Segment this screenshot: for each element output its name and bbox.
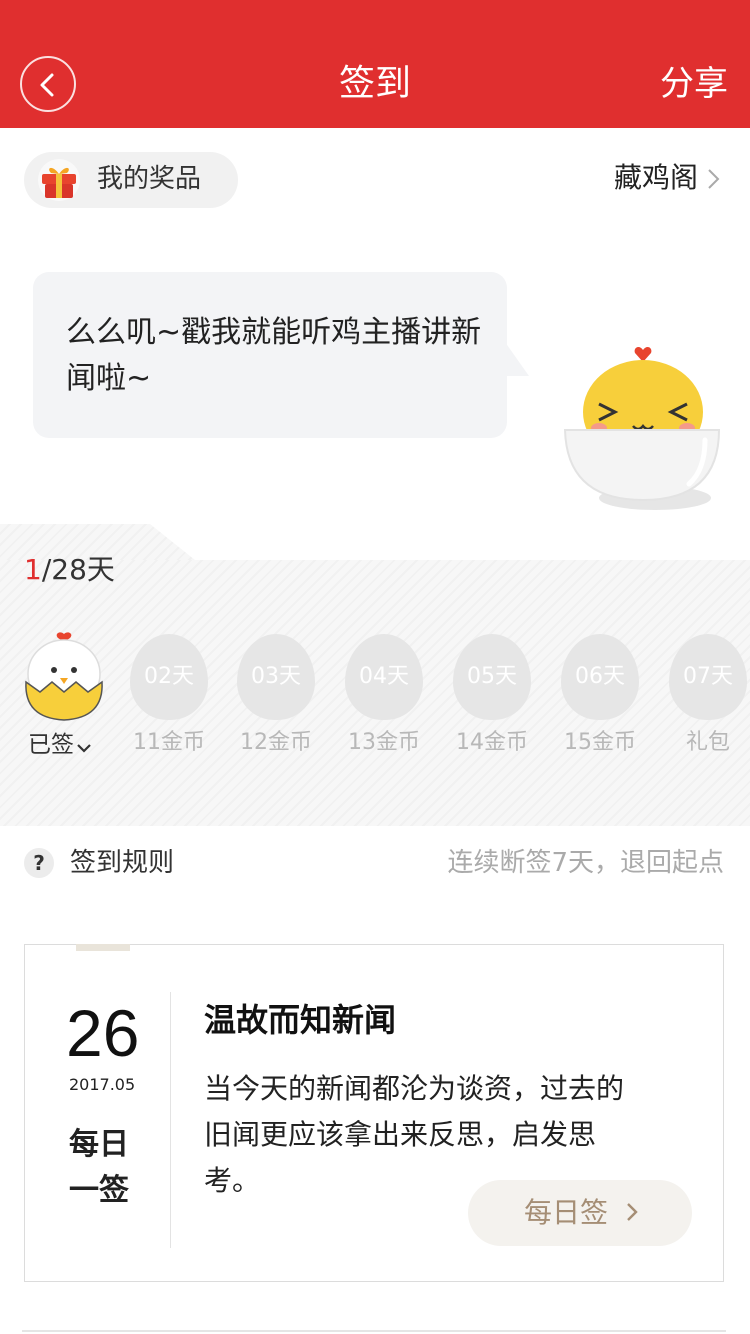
my-prizes-label: 我的奖品	[97, 164, 202, 194]
progress-total: /28天	[41, 553, 115, 586]
day-reward: 12金币	[240, 730, 312, 755]
day-reward: 15金币	[564, 730, 636, 755]
speech-bubble-tail	[505, 342, 529, 376]
bottom-divider	[22, 1330, 726, 1332]
card-daily-label: 每日一签	[69, 1127, 129, 1208]
page-title: 签到	[338, 63, 411, 104]
share-button[interactable]: 分享	[660, 62, 728, 106]
day-label: 06天	[575, 664, 625, 689]
card-divider	[170, 992, 171, 1248]
gift-icon	[38, 158, 80, 202]
chevron-right-icon	[706, 168, 720, 194]
card-tab-decoration	[76, 944, 130, 951]
day-1-signed: 已签	[28, 730, 92, 761]
day-reward: 14金币	[456, 730, 528, 755]
bubble-text: 么么叽~戳我就能听鸡主播讲新闻啦~	[66, 315, 482, 396]
cangji-label: 藏鸡阁	[613, 161, 698, 194]
day-label: 07天	[683, 664, 733, 689]
day-label: 04天	[359, 664, 409, 689]
card-year-month: 2017.05	[69, 1075, 136, 1094]
day-reward: 13金币	[348, 730, 420, 755]
card-day-number: 26	[66, 996, 140, 1070]
rules-note: 连续断签7天，退回起点	[447, 848, 724, 878]
hen-icon[interactable]	[24, 630, 104, 722]
daily-sign-button-label: 每日签	[524, 1196, 609, 1229]
question-icon[interactable]: ?	[24, 848, 54, 878]
chevron-right-icon	[626, 1202, 638, 1226]
check-icon	[76, 731, 92, 761]
day-reward: 礼包	[685, 730, 730, 755]
progress-counter: 1/28天	[24, 552, 115, 588]
signin-rules-link[interactable]: 签到规则	[70, 845, 174, 881]
day-reward: 11金币	[133, 730, 205, 755]
day-label: 03天	[251, 664, 301, 689]
card-heading: 温故而知新闻	[204, 1001, 397, 1039]
day-label: 02天	[144, 664, 194, 689]
signed-label: 已签	[28, 732, 74, 758]
chick-mascot-icon[interactable]	[555, 340, 725, 520]
cangji-link[interactable]: 藏鸡阁	[614, 158, 698, 198]
day-label: 05天	[467, 664, 517, 689]
progress-current: 1	[24, 553, 42, 586]
